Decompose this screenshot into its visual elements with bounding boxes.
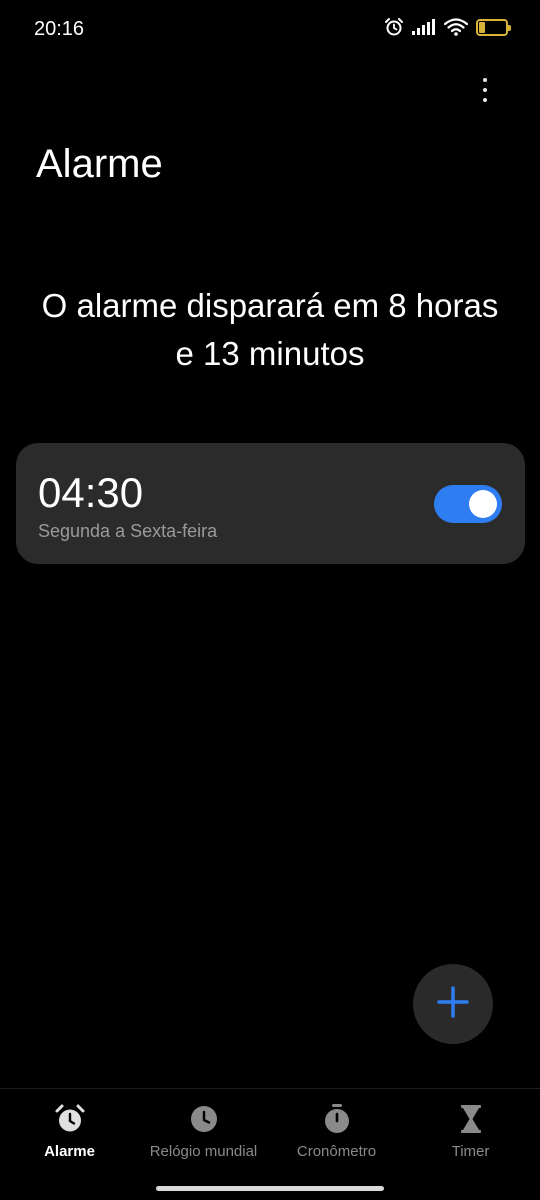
page-title: Alarme (36, 142, 163, 186)
tab-relogio-mundial-label: Relógio mundial (149, 1143, 258, 1160)
tab-alarme-label: Alarme (44, 1143, 95, 1160)
status-bar: 20:16 22 (0, 0, 540, 60)
alarm-toggle[interactable] (434, 485, 502, 523)
home-indicator[interactable] (156, 1186, 384, 1191)
alarm-item[interactable]: 04:30 Segunda a Sexta-feira (16, 443, 525, 564)
more-vertical-icon (483, 78, 487, 82)
add-alarm-button[interactable] (413, 964, 493, 1044)
status-time: 20:16 (34, 18, 85, 40)
alarm-repeat-days: Segunda a Sexta-feira (38, 521, 218, 541)
alarm-clock-icon (384, 17, 404, 37)
tab-timer-label: Timer (451, 1143, 490, 1160)
battery-icon: 22 (476, 18, 511, 36)
bottom-navigation: Alarme Relógio mundial Cronômetro Timer (0, 1088, 540, 1200)
more-vertical-icon-dot (483, 98, 487, 102)
more-options-button[interactable] (468, 72, 502, 108)
alarm-clock-icon (52, 1101, 88, 1137)
clock-icon (186, 1101, 222, 1137)
toggle-knob (469, 490, 497, 518)
wifi-icon (444, 18, 468, 36)
stopwatch-icon (319, 1101, 355, 1137)
alarm-time: 04:30 (38, 469, 144, 516)
plus-icon (436, 985, 470, 1024)
tab-cronometro-label: Cronômetro (296, 1143, 377, 1160)
next-alarm-message: O alarme disparará em 8 horas e 13 minut… (41, 287, 499, 372)
status-icons: 22 (384, 17, 511, 37)
more-vertical-icon-dot (483, 88, 487, 92)
hourglass-icon (453, 1101, 489, 1137)
tab-cronometro[interactable]: Cronômetro (269, 1101, 404, 1160)
tab-alarme[interactable]: Alarme (2, 1101, 137, 1160)
signal-icon (412, 19, 436, 35)
battery-level: 22 (485, 20, 499, 33)
tab-relogio-mundial[interactable]: Relógio mundial (136, 1101, 271, 1160)
battery-cap (508, 24, 511, 31)
tab-timer[interactable]: Timer (403, 1101, 538, 1160)
